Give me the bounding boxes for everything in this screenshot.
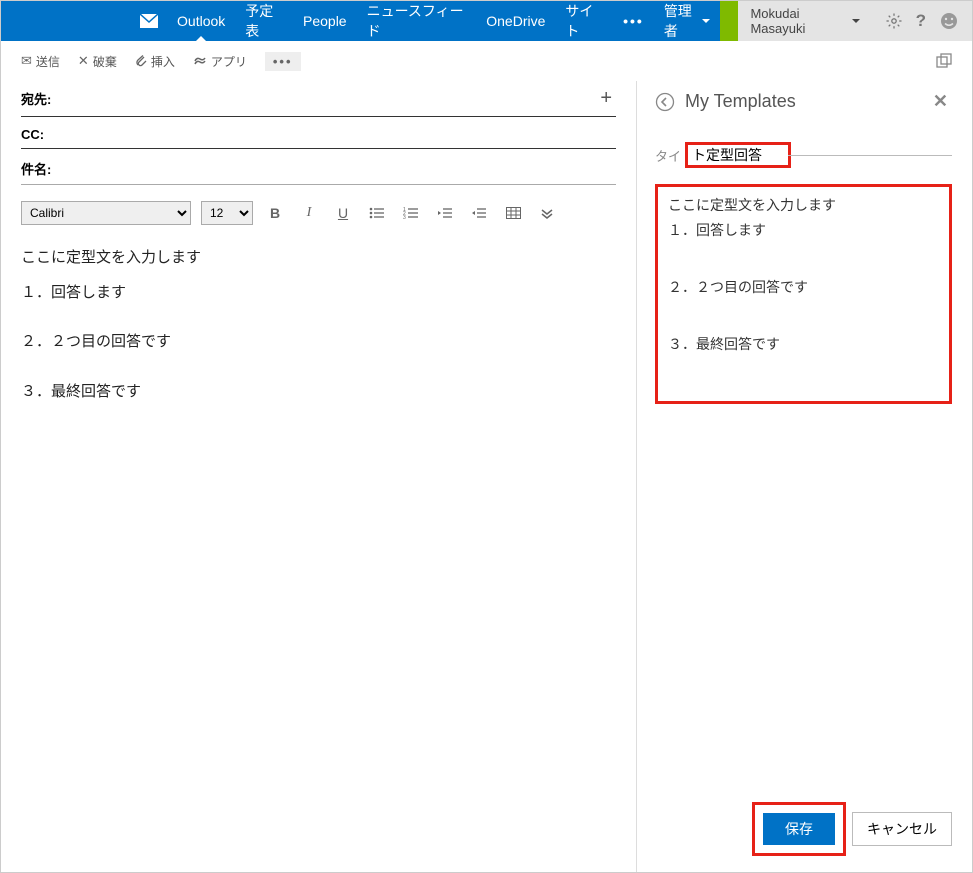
mail-icon[interactable] (131, 1, 167, 41)
title-underline (788, 155, 952, 156)
compose-pane: 宛先: + CC: 件名: Calibri 12 B I U 123 ここに定型… (1, 81, 637, 872)
template-body-line: ここに定型文を入力します (668, 195, 939, 216)
global-nav: Outlook 予定表 People ニュースフィード OneDrive サイト… (1, 1, 972, 41)
body-line: ここに定型文を入力します (21, 241, 616, 276)
template-body-box[interactable]: ここに定型文を入力します １．回答します ２．２つ目の回答です ３．最終回答です (655, 184, 952, 404)
outdent-icon[interactable] (433, 201, 457, 225)
highlight-title-box (685, 142, 791, 168)
body-line: ３．最終回答です (21, 375, 616, 410)
popout-icon[interactable] (936, 53, 952, 69)
panel-spacer (655, 404, 952, 802)
presence-indicator (720, 1, 738, 41)
cc-label: CC: (21, 127, 63, 142)
nav-onedrive[interactable]: OneDrive (476, 1, 555, 41)
compose-action-bar: ✉送信 ✕破棄 挿入 アプリ ••• (1, 41, 972, 81)
apps-icon (193, 55, 207, 67)
insert-label: 挿入 (151, 53, 175, 70)
help-icon[interactable]: ? (916, 11, 926, 31)
template-body-line: １．回答します (668, 220, 939, 241)
subject-label: 件名: (21, 159, 63, 178)
font-size-select[interactable]: 12 (201, 201, 253, 225)
cc-input[interactable] (63, 127, 616, 142)
nav-left-spacer (1, 1, 131, 41)
caret-down-icon (702, 19, 710, 27)
underline-button[interactable]: U (331, 201, 355, 225)
user-name: Mokudai Masayuki (750, 6, 845, 36)
bullet-list-icon[interactable] (365, 201, 389, 225)
back-icon[interactable] (655, 92, 675, 112)
save-button[interactable]: 保存 (763, 813, 835, 845)
close-icon[interactable]: ✕ (933, 91, 952, 112)
panel-header: My Templates ✕ (655, 91, 952, 112)
nav-calendar[interactable]: 予定表 (235, 1, 293, 41)
expand-toolbar-icon[interactable] (535, 201, 559, 225)
insert-button[interactable]: 挿入 (135, 53, 175, 70)
face-icon[interactable] (940, 12, 958, 30)
template-title-row: タイ (655, 142, 952, 168)
body-line (21, 360, 616, 375)
to-input[interactable] (63, 91, 596, 106)
nav-admin[interactable]: 管理者 (654, 1, 721, 41)
message-body[interactable]: ここに定型文を入力します １．回答します ２．２つ目の回答です ３．最終回答です (21, 235, 616, 409)
bold-button[interactable]: B (263, 201, 287, 225)
body-line: ２．２つ目の回答です (21, 325, 616, 360)
nav-more-icon[interactable]: ••• (613, 1, 654, 41)
to-label: 宛先: (21, 89, 63, 108)
discard-icon: ✕ (78, 53, 89, 69)
indent-icon[interactable] (467, 201, 491, 225)
settings-icon[interactable] (886, 13, 902, 29)
attach-icon (135, 54, 147, 68)
font-select[interactable]: Calibri (21, 201, 191, 225)
subject-field-row: 件名: (21, 153, 616, 185)
to-field-row: 宛先: + (21, 81, 616, 117)
my-templates-panel: My Templates ✕ タイ ここに定型文を入力します １．回答します ２… (637, 81, 972, 872)
body-line: １．回答します (21, 276, 616, 311)
top-right-icons: ? (872, 1, 972, 41)
send-icon: ✉ (21, 53, 32, 69)
discard-button[interactable]: ✕破棄 (78, 53, 117, 70)
cc-field-row: CC: (21, 121, 616, 149)
table-icon[interactable] (501, 201, 525, 225)
main-area: 宛先: + CC: 件名: Calibri 12 B I U 123 ここに定型… (1, 81, 972, 872)
panel-title: My Templates (685, 91, 796, 112)
subject-input[interactable] (63, 161, 616, 176)
numbered-list-icon[interactable]: 123 (399, 201, 423, 225)
italic-button[interactable]: I (297, 201, 321, 225)
template-body-line: ２．２つ目の回答です (668, 277, 939, 298)
body-line (21, 310, 616, 325)
send-label: 送信 (36, 53, 60, 70)
discard-label: 破棄 (93, 53, 117, 70)
panel-button-row: 保存 キャンセル (655, 802, 952, 856)
more-actions-button[interactable]: ••• (265, 52, 301, 71)
format-toolbar: Calibri 12 B I U 123 (21, 201, 616, 225)
add-recipient-icon[interactable]: + (596, 87, 616, 110)
template-title-input[interactable] (692, 147, 784, 163)
nav-sites[interactable]: サイト (555, 1, 613, 41)
nav-outlook[interactable]: Outlook (167, 1, 235, 41)
nav-admin-label: 管理者 (664, 1, 701, 41)
apps-label: アプリ (211, 53, 247, 70)
template-body-line: ３．最終回答です (668, 334, 939, 355)
nav-newsfeed[interactable]: ニュースフィード (357, 1, 477, 41)
apps-button[interactable]: アプリ (193, 53, 247, 70)
cancel-button[interactable]: キャンセル (852, 812, 952, 846)
highlight-save-box: 保存 (752, 802, 846, 856)
nav-people[interactable]: People (293, 1, 357, 41)
user-menu[interactable]: Mokudai Masayuki (738, 1, 871, 41)
template-title-prefix: タイ (655, 146, 681, 165)
svg-text:3: 3 (403, 215, 406, 219)
caret-down-icon (852, 19, 860, 27)
send-button[interactable]: ✉送信 (21, 53, 60, 70)
